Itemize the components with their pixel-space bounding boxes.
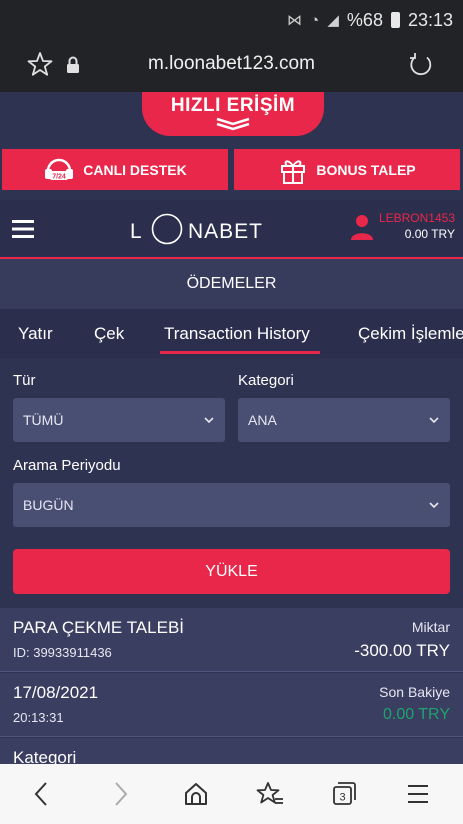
bonus-request-button[interactable]: BONUS TALEP <box>234 149 460 190</box>
transaction-date: 17/08/2021 <box>13 683 99 702</box>
final-balance: 0.00 TRY <box>382 706 450 723</box>
battery-icon <box>390 12 400 28</box>
bookmarks-icon[interactable] <box>256 780 284 808</box>
promo-buttons: 7/24 CANLI DESTEK BONUS TALEP <box>0 149 463 190</box>
browser-menu-icon[interactable] <box>404 780 432 808</box>
quick-access-label: HIZLI ERİŞİM <box>170 95 296 116</box>
transaction-row[interactable]: Kategori <box>0 738 463 764</box>
back-icon[interactable] <box>28 780 56 808</box>
tab-withdrawal-operations[interactable]: Çekim İşlemleri <box>358 309 463 358</box>
quick-access-button[interactable]: HIZLI ERİŞİM <box>142 92 324 136</box>
chevron-down-icon <box>204 417 214 424</box>
clock: 23:13 <box>407 9 453 30</box>
home-icon[interactable] <box>182 780 210 808</box>
reload-icon[interactable] <box>407 51 435 79</box>
transaction-title: PARA ÇEKME TALEBİ <box>13 618 185 637</box>
chevron-down-icon <box>429 502 439 509</box>
type-value: TÜMÜ <box>23 412 64 428</box>
battery-level: %68 <box>346 9 383 30</box>
signal-icons: ⋈ ◔ ◢ <box>286 12 341 29</box>
type-select[interactable]: TÜMÜ <box>13 398 225 442</box>
gift-icon <box>281 159 306 184</box>
user-icon[interactable] <box>350 213 374 241</box>
support-badge: 7/24 <box>52 173 66 180</box>
period-label: Arama Periyodu <box>13 457 121 474</box>
tabs-icon[interactable]: 3 <box>330 780 358 808</box>
headset-icon: 7/24 <box>45 158 74 180</box>
transaction-amount: -300.00 TRY <box>354 641 450 660</box>
category-label: Kategori <box>238 372 294 389</box>
bonus-request-label: BONUS TALEP <box>316 161 416 178</box>
category-row-label: Kategori <box>13 748 77 764</box>
transaction-id: ID: 39933911436 <box>13 645 112 660</box>
transaction-row[interactable]: 17/08/2021 20:13:31 Son Bakiye 0.00 TRY <box>0 673 463 737</box>
browser-address-bar: m.loonabet123.com <box>0 40 463 92</box>
username[interactable]: LEBRON1453 <box>379 211 455 225</box>
transaction-time: 20:13:31 <box>13 710 64 725</box>
url-field[interactable]: m.loonabet123.com <box>0 53 463 75</box>
menu-icon[interactable] <box>12 219 34 239</box>
tab-transaction-history[interactable]: Transaction History <box>160 309 320 358</box>
type-label: Tür <box>13 372 36 389</box>
double-chevron-down-icon <box>216 117 250 131</box>
category-value: ANA <box>248 412 277 428</box>
tab-withdraw[interactable]: Çek <box>94 309 124 358</box>
balance-label: Son Bakiye <box>379 684 450 700</box>
category-select[interactable]: ANA <box>238 398 450 442</box>
amount-label: Miktar <box>411 619 450 635</box>
live-support-button[interactable]: 7/24 CANLI DESTEK <box>2 149 228 190</box>
user-balance: 0.00 TRY <box>404 227 455 241</box>
payment-tabs: Yatır Çek Transaction History Çekim İşle… <box>0 309 463 358</box>
tab-count: 3 <box>339 792 345 804</box>
forward-icon[interactable] <box>106 780 134 808</box>
load-button[interactable]: YÜKLE <box>13 549 450 594</box>
logo-word: NABET <box>188 220 263 243</box>
status-bar: ⋈ ◔ ◢ %68 23:13 <box>0 0 463 40</box>
page-title: ÖDEMELER <box>0 259 463 309</box>
site-content: HIZLI ERİŞİM 7/24 CANLI DESTEK BONUS TAL… <box>0 92 463 764</box>
live-support-label: CANLI DESTEK <box>83 161 187 178</box>
browser-bottom-bar: 3 <box>0 764 463 824</box>
site-navbar: L NABET LEBRON1453 0.00 TRY <box>0 200 463 258</box>
period-value: BUGÜN <box>23 497 74 513</box>
filter-panel: Tür Kategori TÜMÜ ANA Arama Periyodu BUG… <box>0 358 463 608</box>
transaction-row[interactable]: PARA ÇEKME TALEBİ ID: 39933911436 Miktar… <box>0 608 463 672</box>
chevron-down-icon <box>429 417 439 424</box>
period-select[interactable]: BUGÜN <box>13 483 450 527</box>
logo-letter: L <box>130 220 142 243</box>
tab-deposit[interactable]: Yatır <box>18 309 53 358</box>
loonabet-logo[interactable]: L NABET <box>130 213 280 245</box>
